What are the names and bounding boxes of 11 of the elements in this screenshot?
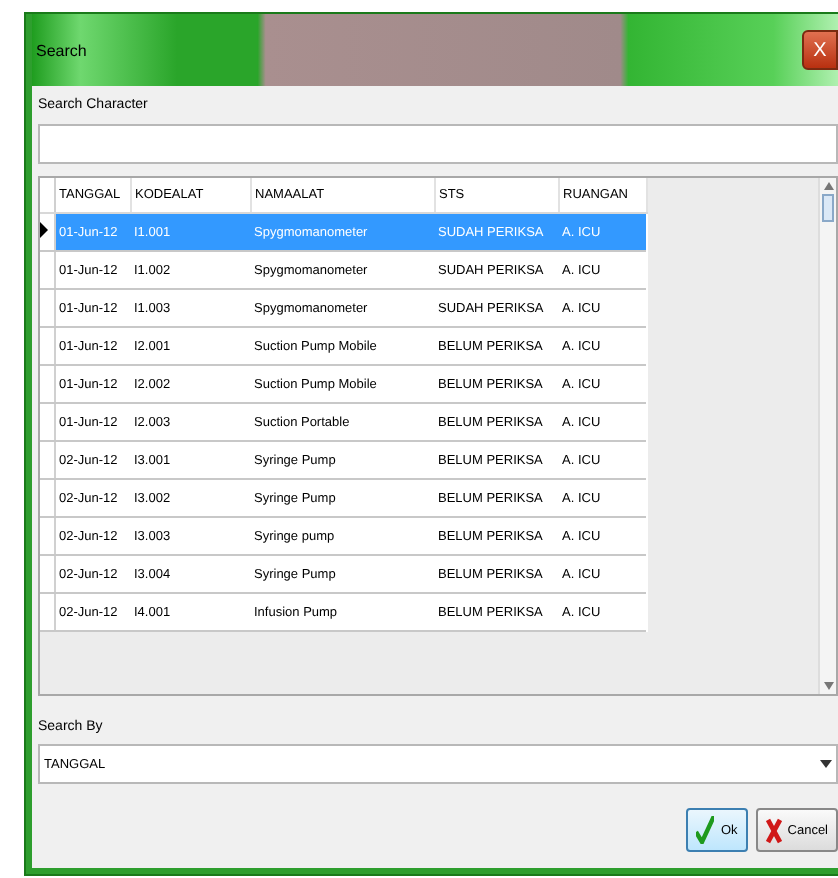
scroll-thumb[interactable] [822, 194, 834, 222]
cross-icon [765, 817, 782, 843]
window-title: Search [34, 41, 87, 59]
search-field[interactable] [38, 124, 838, 164]
scroll-up-icon[interactable] [821, 178, 835, 194]
row-pointer-icon [40, 222, 48, 238]
dropdown-arrow-icon[interactable] [820, 758, 832, 770]
close-button[interactable]: X [802, 30, 838, 70]
check-icon [696, 816, 715, 844]
vertical-scrollbar[interactable] [818, 178, 836, 694]
scroll-down-icon[interactable] [821, 678, 835, 694]
